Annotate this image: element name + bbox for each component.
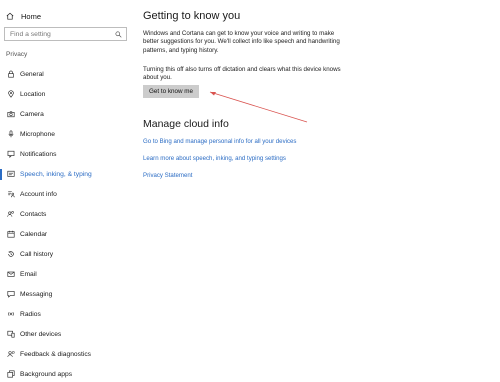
sidebar-item-label: Radios — [20, 310, 41, 318]
sidebar-item-contacts[interactable]: Contacts — [0, 206, 132, 222]
sidebar-item-notifications[interactable]: Notifications — [0, 146, 132, 162]
history-icon — [6, 250, 15, 259]
notifications-icon — [6, 150, 15, 159]
home-label: Home — [21, 11, 42, 21]
lock-icon — [6, 70, 15, 79]
active-indicator — [0, 169, 2, 180]
sidebar-item-label: General — [20, 70, 44, 78]
sidebar-item-label: Microphone — [20, 130, 55, 138]
main-content: Getting to know you Windows and Cortana … — [143, 0, 500, 375]
sidebar-item-label: Speech, inking, & typing — [20, 170, 92, 178]
speech-icon — [6, 170, 15, 179]
get-to-know-me-button[interactable]: Get to know me — [143, 85, 199, 98]
location-icon — [6, 90, 15, 99]
sidebar-item-speech-inking-typing[interactable]: Speech, inking, & typing — [0, 166, 132, 182]
search-icon[interactable] — [115, 31, 122, 38]
sidebar-item-general[interactable]: General — [0, 66, 132, 82]
sidebar-item-label: Messaging — [20, 290, 53, 298]
account-icon — [6, 190, 15, 199]
privacy-statement-link[interactable]: Privacy Statement — [143, 172, 192, 179]
sidebar-item-label: Notifications — [20, 150, 57, 158]
learn-more-link[interactable]: Learn more about speech, inking, and typ… — [143, 155, 286, 162]
description-paragraph: Windows and Cortana can get to know your… — [143, 30, 340, 54]
sidebar-item-account-info[interactable]: Account info — [0, 186, 132, 202]
home-nav[interactable]: Home — [6, 9, 41, 23]
sidebar-item-label: Other devices — [20, 330, 62, 338]
sidebar-item-camera[interactable]: Camera — [0, 106, 132, 122]
sidebar-item-label: Calendar — [20, 230, 48, 238]
home-icon — [6, 12, 14, 20]
cloud-section-title: Manage cloud info — [143, 118, 229, 130]
sidebar: Home Find a setting Privacy General Loca… — [0, 0, 132, 378]
sidebar-item-label: Feedback & diagnostics — [20, 350, 92, 358]
warning-paragraph: Turning this off also turns off dictatio… — [143, 66, 341, 82]
camera-icon — [6, 110, 15, 119]
page-title: Getting to know you — [143, 10, 241, 22]
section-label-privacy: Privacy — [6, 51, 28, 58]
sidebar-item-label: Email — [20, 270, 37, 278]
bing-manage-link[interactable]: Go to Bing and manage personal info for … — [143, 138, 296, 145]
sidebar-item-messaging[interactable]: Messaging — [0, 286, 132, 302]
search-placeholder: Find a setting — [10, 30, 51, 38]
sidebar-item-label: Location — [20, 90, 46, 98]
sidebar-item-background-apps[interactable]: Background apps — [0, 366, 132, 382]
sidebar-item-radios[interactable]: Radios — [0, 306, 132, 322]
background-apps-icon — [6, 370, 15, 379]
email-icon — [6, 270, 15, 279]
radios-icon — [6, 310, 15, 319]
sidebar-item-label: Account info — [20, 190, 57, 198]
sidebar-item-email[interactable]: Email — [0, 266, 132, 282]
contacts-icon — [6, 210, 15, 219]
sidebar-item-other-devices[interactable]: Other devices — [0, 326, 132, 342]
sidebar-item-feedback-diagnostics[interactable]: Feedback & diagnostics — [0, 346, 132, 362]
sidebar-item-label: Camera — [20, 110, 44, 118]
messaging-icon — [6, 290, 15, 299]
feedback-icon — [6, 350, 15, 359]
search-input[interactable]: Find a setting — [4, 27, 127, 41]
calendar-icon — [6, 230, 15, 239]
sidebar-item-calendar[interactable]: Calendar — [0, 226, 132, 242]
sidebar-item-location[interactable]: Location — [0, 86, 132, 102]
microphone-icon — [6, 130, 15, 139]
sidebar-item-label: Call history — [20, 250, 54, 258]
sidebar-item-microphone[interactable]: Microphone — [0, 126, 132, 142]
sidebar-item-label: Background apps — [20, 370, 73, 378]
devices-icon — [6, 330, 15, 339]
sidebar-item-call-history[interactable]: Call history — [0, 246, 132, 262]
sidebar-item-label: Contacts — [20, 210, 47, 218]
